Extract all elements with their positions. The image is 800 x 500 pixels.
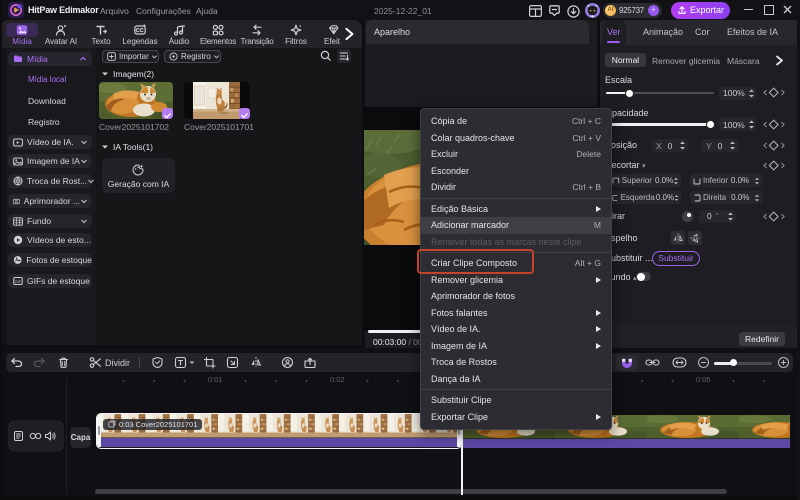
svg-text:GIF: GIF	[15, 279, 22, 284]
